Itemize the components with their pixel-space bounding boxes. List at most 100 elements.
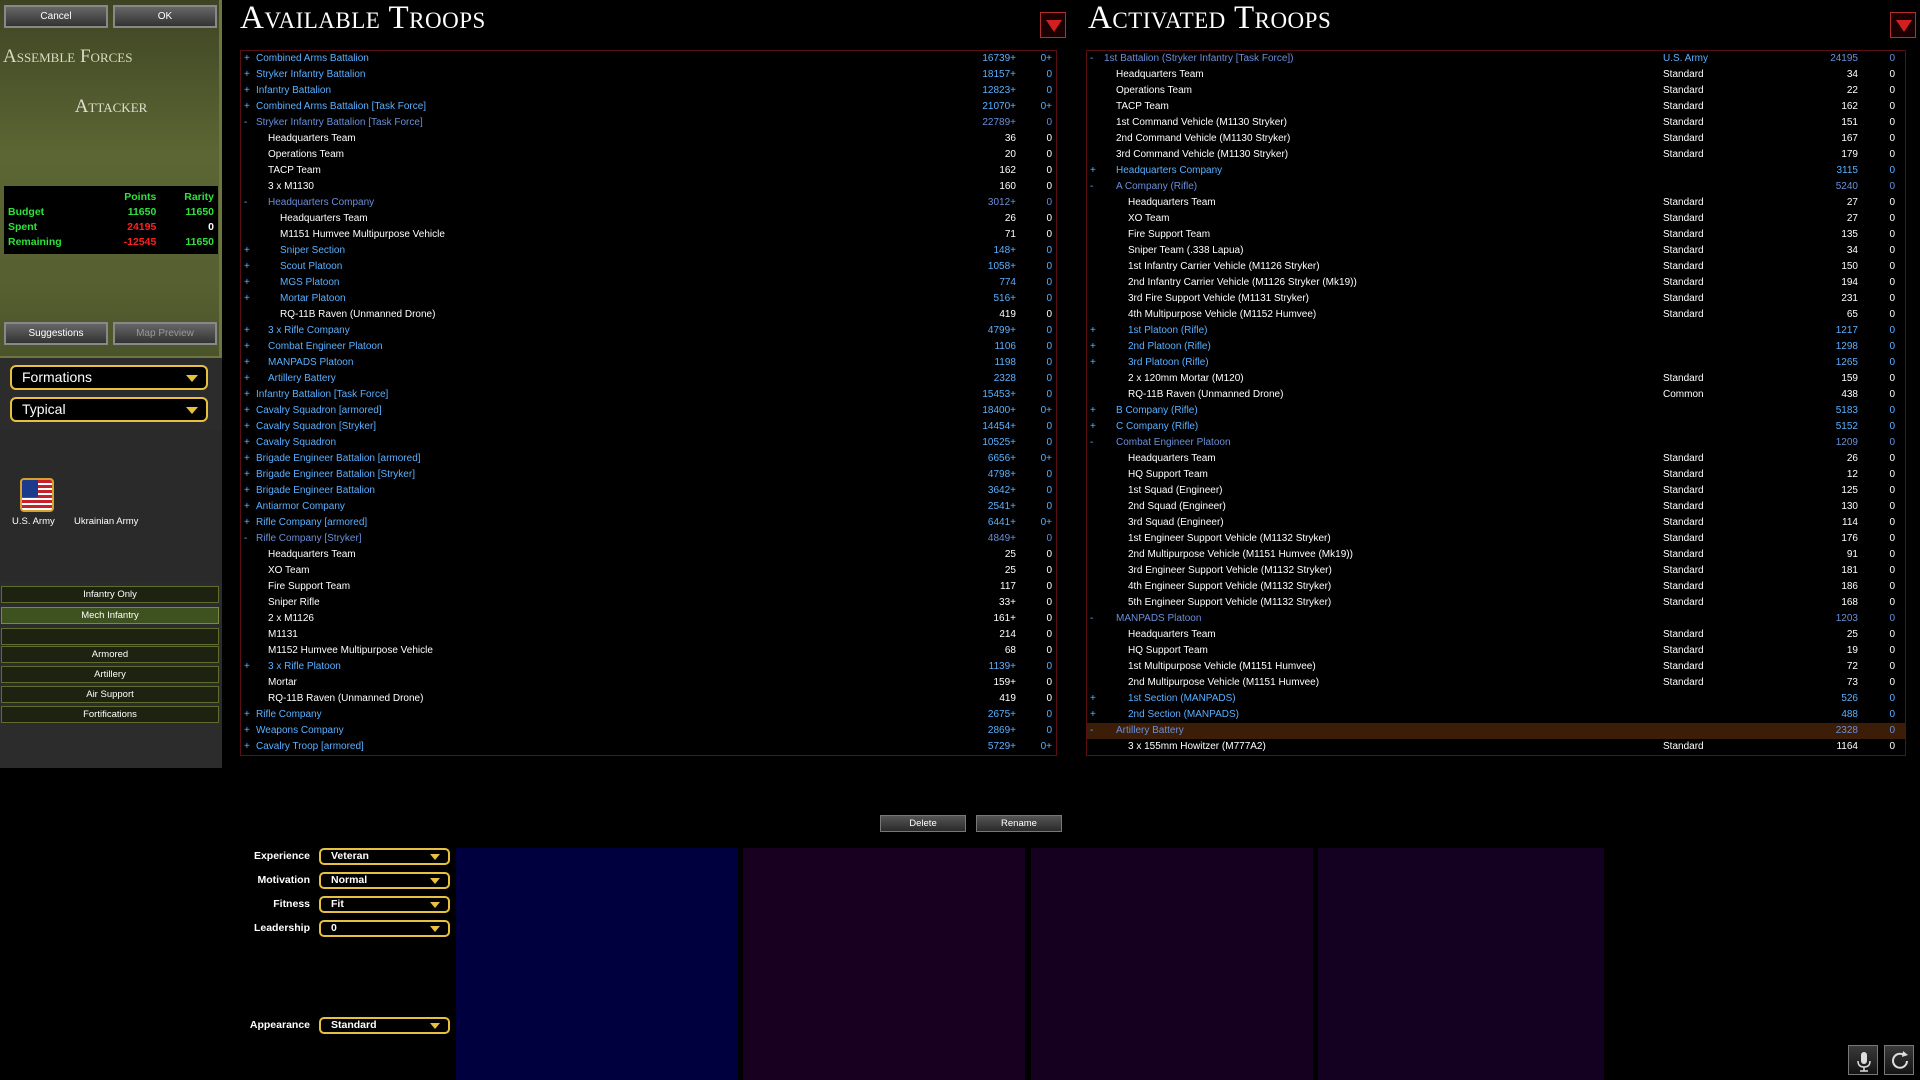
us-flag-icon[interactable] <box>20 478 54 512</box>
troop-name[interactable]: Scout Platoon <box>280 259 342 275</box>
expand-icon[interactable]: + <box>244 275 250 291</box>
troop-name[interactable]: Headquarters Team <box>268 131 356 147</box>
troop-name[interactable]: 2nd Squad (Engineer) <box>1128 499 1226 515</box>
troop-name[interactable]: Headquarters Team <box>1128 627 1216 643</box>
typical-select[interactable]: Typical <box>10 397 208 422</box>
expand-icon[interactable]: + <box>244 355 250 371</box>
troop-row[interactable]: Operations Team 20 0 <box>241 147 1056 163</box>
troop-row[interactable]: Fire Support Team 117 0 <box>241 579 1056 595</box>
troop-row[interactable]: HQ Support Team Standard 19 0 <box>1087 643 1905 659</box>
map-preview-button[interactable]: Map Preview <box>113 322 217 345</box>
collapse-icon[interactable]: - <box>1090 51 1093 67</box>
troop-name[interactable]: Weapons Company <box>256 723 344 739</box>
troop-name[interactable]: Sniper Section <box>280 243 345 259</box>
collapse-icon[interactable]: - <box>1090 611 1093 627</box>
troop-row[interactable]: 2 x M1126 161+ 0 <box>241 611 1056 627</box>
expand-icon[interactable]: + <box>244 83 250 99</box>
troop-name[interactable]: Infantry Battalion [Task Force] <box>256 387 388 403</box>
troop-row[interactable]: +1st Platoon (Rifle) 1217 0 <box>1087 323 1905 339</box>
troop-name[interactable]: Cavalry Squadron [armored] <box>256 403 382 419</box>
expand-icon[interactable]: + <box>244 435 250 451</box>
expand-icon[interactable]: + <box>244 483 250 499</box>
expand-icon[interactable]: + <box>1090 323 1096 339</box>
troop-name[interactable]: Fire Support Team <box>268 579 350 595</box>
troop-name[interactable]: 2nd Multipurpose Vehicle (M1151 Humvee) <box>1128 675 1319 691</box>
troop-row[interactable]: HQ Support Team Standard 12 0 <box>1087 467 1905 483</box>
expand-icon[interactable]: + <box>244 515 250 531</box>
troop-name[interactable]: 3 x M1130 <box>268 179 314 195</box>
ok-button[interactable]: OK <box>113 5 217 28</box>
expand-icon[interactable]: + <box>244 323 250 339</box>
collapse-icon[interactable]: - <box>244 531 247 547</box>
troop-name[interactable]: Sniper Rifle <box>268 595 320 611</box>
expand-icon[interactable]: + <box>1090 339 1096 355</box>
leadership-select[interactable]: 0 <box>319 920 450 937</box>
troop-name[interactable]: Mortar <box>268 675 297 691</box>
troop-row[interactable]: + Cavalry Troop [armored] 5729+ 0+ <box>241 739 1056 755</box>
troop-row[interactable]: + Combat Engineer Platoon 1106 0 <box>241 339 1056 355</box>
collapse-icon[interactable]: - <box>1090 179 1093 195</box>
troop-row[interactable]: - A Company (Rifle) 5240 0 <box>1087 179 1905 195</box>
troop-row[interactable]: +3 x Rifle Platoon 1139+ 0 <box>241 659 1056 675</box>
troop-row[interactable]: + Combined Arms Battalion [Task Force] 210… <box>241 99 1056 115</box>
appearance-select[interactable]: Standard <box>319 1017 450 1034</box>
troop-row[interactable]: - Rifle Company [Stryker] 4849+ 0 <box>241 531 1056 547</box>
troop-name[interactable]: 1st Platoon (Rifle) <box>1128 323 1207 339</box>
expand-icon[interactable]: + <box>1090 163 1096 179</box>
troop-name[interactable]: Headquarters Team <box>1116 67 1204 83</box>
troop-name[interactable]: 3 x Rifle Platoon <box>268 659 341 675</box>
troop-row[interactable]: M1152 Humvee Multipurpose Vehicle 68 0 <box>241 643 1056 659</box>
unit-preview-slot-3[interactable] <box>1031 848 1313 1080</box>
unit-preview-slot-4[interactable] <box>1318 848 1604 1080</box>
troop-name[interactable]: C Company (Rifle) <box>1116 419 1198 435</box>
motivation-select[interactable]: Normal <box>319 872 450 889</box>
expand-icon[interactable]: + <box>1090 403 1096 419</box>
troop-name[interactable]: RQ-11B Raven (Unmanned Drone) <box>280 307 435 323</box>
troop-row[interactable]: + Sniper Section 148+ 0 <box>241 243 1056 259</box>
troop-row[interactable]: + Headquarters Company 3115 0 <box>1087 163 1905 179</box>
expand-icon[interactable]: + <box>244 467 250 483</box>
troop-name[interactable]: Rifle Company [armored] <box>256 515 367 531</box>
troop-name[interactable]: 4th Multipurpose Vehicle (M1152 Humvee) <box>1128 307 1316 323</box>
collapse-icon[interactable]: - <box>244 115 247 131</box>
expand-icon[interactable]: + <box>1090 419 1096 435</box>
troop-name[interactable]: 1st Engineer Support Vehicle (M1132 Stry… <box>1128 531 1331 547</box>
troop-row[interactable]: 3rd Squad (Engineer) Standard 114 0 <box>1087 515 1905 531</box>
troop-name[interactable]: 2nd Command Vehicle (M1130 Stryker) <box>1116 131 1290 147</box>
troop-name[interactable]: HQ Support Team <box>1128 467 1208 483</box>
troop-name[interactable]: Operations Team <box>268 147 344 163</box>
unit-preview-slot-1[interactable] <box>456 848 738 1080</box>
expand-icon[interactable]: + <box>244 451 250 467</box>
troop-name[interactable]: 1st Squad (Engineer) <box>1128 483 1223 499</box>
troop-row[interactable]: + Cavalry Squadron [Stryker] 14454+ 0 <box>241 419 1056 435</box>
troop-name[interactable]: M1131 <box>268 627 298 643</box>
troop-name[interactable]: Cavalry Squadron <box>256 435 336 451</box>
troop-row[interactable]: 3rd Engineer Support Vehicle (M1132 Stry… <box>1087 563 1905 579</box>
troop-row[interactable]: +1st Section (MANPADS) 526 0 <box>1087 691 1905 707</box>
expand-icon[interactable]: + <box>244 723 250 739</box>
troop-name[interactable]: MANPADS Platoon <box>1116 611 1201 627</box>
troop-name[interactable]: Brigade Engineer Battalion <box>256 483 375 499</box>
troop-row[interactable]: + Artillery Battery 2328 0 <box>241 371 1056 387</box>
troop-row[interactable]: + Cavalry Squadron 10525+ 0 <box>241 435 1056 451</box>
expand-icon[interactable]: + <box>244 387 250 403</box>
filter-artillery[interactable]: Artillery <box>1 666 219 683</box>
delete-button[interactable]: Delete <box>880 815 966 832</box>
suggestions-button[interactable]: Suggestions <box>4 322 108 345</box>
troop-name[interactable]: 3rd Squad (Engineer) <box>1128 515 1224 531</box>
troop-name[interactable]: Fire Support Team <box>1128 227 1210 243</box>
troop-name[interactable]: Stryker Infantry Battalion [Task Force] <box>256 115 423 131</box>
troop-row[interactable]: +3 x Rifle Company 4799+ 0 <box>241 323 1056 339</box>
troop-name[interactable]: Headquarters Team <box>1128 451 1216 467</box>
troop-row[interactable]: XO Team 25 0 <box>241 563 1056 579</box>
troop-name[interactable]: Rifle Company <box>256 707 322 723</box>
troop-row[interactable]: 2nd Multipurpose Vehicle (M1151 Humvee) S… <box>1087 675 1905 691</box>
troop-name[interactable]: 1st Section (MANPADS) <box>1128 691 1236 707</box>
troop-name[interactable]: Combined Arms Battalion <box>256 51 369 67</box>
microphone-icon[interactable] <box>1848 1045 1878 1075</box>
troop-row[interactable]: 3 x 155mm Howitzer (M777A2) Standard 1164 0 <box>1087 739 1905 755</box>
troop-name[interactable]: Artillery Battery <box>1116 723 1184 739</box>
troop-row[interactable]: -1st Battalion (Stryker Infantry [Task F… <box>1087 51 1905 67</box>
filter-air-support[interactable]: Air Support <box>1 686 219 703</box>
troop-row[interactable]: + Brigade Engineer Battalion [Stryker] 479… <box>241 467 1056 483</box>
